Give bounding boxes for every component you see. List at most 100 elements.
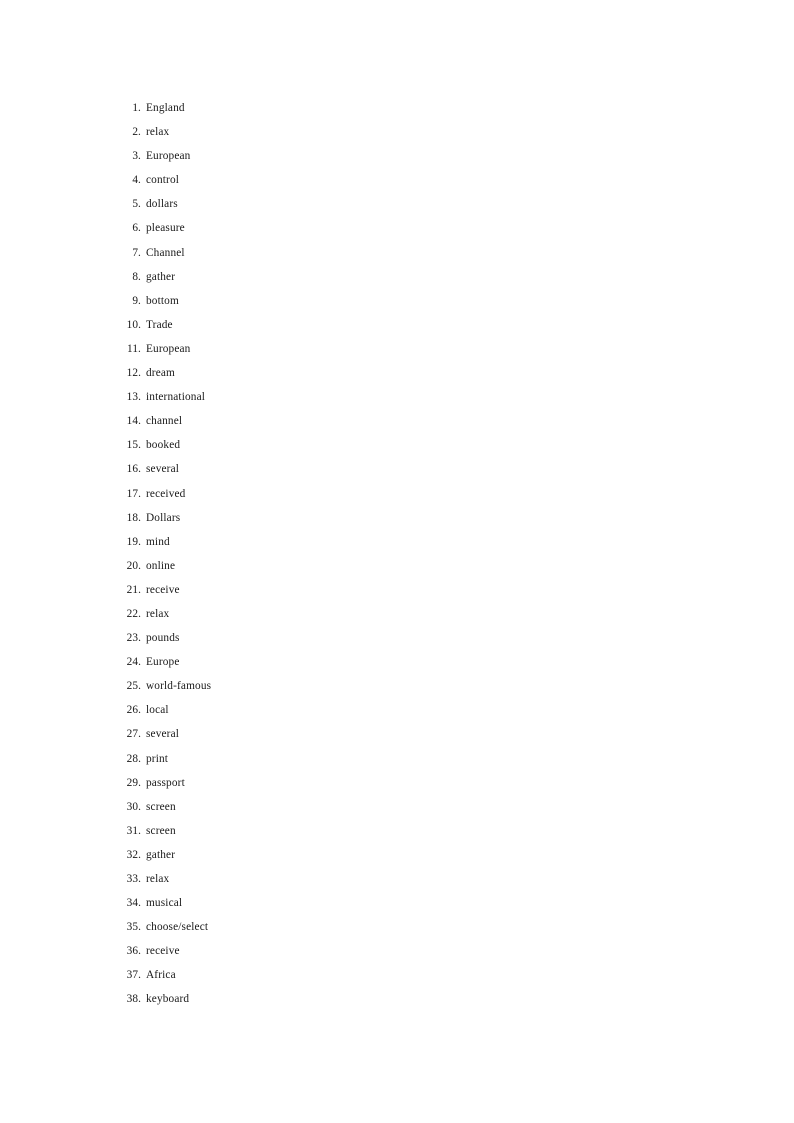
list-item-text: relax xyxy=(146,873,170,885)
list-item: 4. control xyxy=(0,168,794,192)
list-item-text: relax xyxy=(146,607,170,620)
list-item: 22. relax xyxy=(0,602,794,626)
list-item-text: gather xyxy=(146,848,176,861)
list-item-text: dream xyxy=(146,367,175,380)
list-item-marker: 23. xyxy=(126,632,141,645)
list-item: 10. Trade xyxy=(0,313,794,337)
list-item: 37. Africa xyxy=(0,963,794,987)
list-item-marker: 13. xyxy=(126,391,141,404)
list-item-marker: 11. xyxy=(126,342,141,355)
list-item-text: several xyxy=(146,728,180,741)
list-item-marker: 24. xyxy=(126,656,141,669)
list-item-marker: 6. xyxy=(132,222,141,235)
list-item: 24. Europe xyxy=(0,650,794,674)
list-item: 6. pleasure xyxy=(0,216,794,240)
list-item-text: received xyxy=(146,487,186,500)
list-item-marker: 10. xyxy=(126,318,141,331)
list-item-marker: 9. xyxy=(132,294,141,307)
list-item-text: several xyxy=(146,463,180,476)
list-item: 2. relax xyxy=(0,120,794,144)
list-item: 12. dream xyxy=(0,361,794,385)
list-item-text: Dollars xyxy=(146,511,181,524)
list-item: 35. choose/select xyxy=(0,915,794,939)
list-item-text: musical xyxy=(146,897,183,910)
list-item: 36. receive xyxy=(0,939,794,963)
list-item-text: booked xyxy=(146,439,181,452)
list-item-marker: 38. xyxy=(126,993,141,1006)
list-item-text: dollars xyxy=(146,198,178,211)
list-item: 8. gather xyxy=(0,265,794,289)
list-item-text: European xyxy=(146,342,191,355)
list-item-marker: 17. xyxy=(126,487,141,500)
list-item-marker: 1. xyxy=(132,102,141,114)
list-item-marker: 7. xyxy=(132,246,141,259)
list-item: 38. keyboard xyxy=(0,987,794,1011)
list-item-marker: 34. xyxy=(126,897,141,910)
list-item-text: bottom xyxy=(146,294,179,307)
list-item: 33. relax xyxy=(0,867,794,891)
list-item-text: European xyxy=(146,150,191,163)
list-item-text: screen xyxy=(146,800,176,813)
list-item-marker: 12. xyxy=(126,367,141,380)
list-item: 14. channel xyxy=(0,409,794,433)
list-item: 20. online xyxy=(0,554,794,578)
list-item-marker: 2. xyxy=(132,126,141,139)
list-item-text: Channel xyxy=(146,246,185,259)
list-item-marker: 27. xyxy=(126,728,141,741)
list-item-text: control xyxy=(146,174,180,187)
list-item: 23. pounds xyxy=(0,626,794,650)
list-item-marker: 35. xyxy=(126,921,141,934)
list-item: 25. world-famous xyxy=(0,674,794,698)
list-item: 13. international xyxy=(0,385,794,409)
list-item-text: receive xyxy=(146,583,180,596)
list-item: 29. passport xyxy=(0,771,794,795)
list-item: 26. local xyxy=(0,698,794,722)
list-item-text: screen xyxy=(146,824,176,837)
list-item: 1. England xyxy=(0,96,794,120)
list-item-marker: 32. xyxy=(126,848,141,861)
list-item-marker: 26. xyxy=(126,704,141,717)
list-item: 3. European xyxy=(0,144,794,168)
list-item-text: Africa xyxy=(146,969,176,982)
document-body: 1. England 2. relax 3. European 4. control 5. dol… xyxy=(0,0,794,1012)
list-item: 15. booked xyxy=(0,433,794,457)
list-item: 9. bottom xyxy=(0,289,794,313)
list-item: 21. receive xyxy=(0,578,794,602)
list-item-text: world-famous xyxy=(146,680,212,693)
list-item-text: Europe xyxy=(146,656,180,669)
list-item-marker: 8. xyxy=(132,270,141,283)
list-item-marker: 15. xyxy=(126,439,141,452)
list-item: 16. several xyxy=(0,457,794,481)
list-item-text: international xyxy=(146,391,206,404)
list-item: 19. mind xyxy=(0,530,794,554)
list-item-marker: 33. xyxy=(126,873,141,885)
list-item-text: print xyxy=(146,752,169,765)
list-item-marker: 14. xyxy=(126,415,141,428)
list-item-text: gather xyxy=(146,270,176,283)
list-item-text: pleasure xyxy=(146,222,185,235)
list-item-text: pounds xyxy=(146,632,180,645)
list-item-marker: 30. xyxy=(126,800,141,813)
list-item: 5. dollars xyxy=(0,192,794,216)
list-item-text: passport xyxy=(146,776,185,789)
list-item-marker: 22. xyxy=(126,607,141,620)
list-item-marker: 36. xyxy=(126,945,141,958)
list-item-text: local xyxy=(146,704,169,717)
list-item-marker: 29. xyxy=(126,776,141,789)
list-item-marker: 4. xyxy=(132,174,141,187)
list-item: 31. screen xyxy=(0,819,794,843)
list-item-text: online xyxy=(146,559,176,572)
list-item: 17. received xyxy=(0,482,794,506)
list-item: 11. European xyxy=(0,337,794,361)
list-item-text: receive xyxy=(146,945,180,958)
list-item-marker: 31. xyxy=(126,824,141,837)
list-item-marker: 3. xyxy=(132,150,141,163)
document-page: 1. England 2. relax 3. European 4. control 5. dol… xyxy=(0,0,794,1123)
list-item-text: choose/select xyxy=(146,921,209,934)
list-item-marker: 18. xyxy=(126,511,141,524)
list-item-marker: 21. xyxy=(126,583,141,596)
list-item: 32. gather xyxy=(0,843,794,867)
list-item-marker: 5. xyxy=(132,198,141,211)
list-item: 34. musical xyxy=(0,891,794,915)
list-item-marker: 16. xyxy=(126,463,141,476)
